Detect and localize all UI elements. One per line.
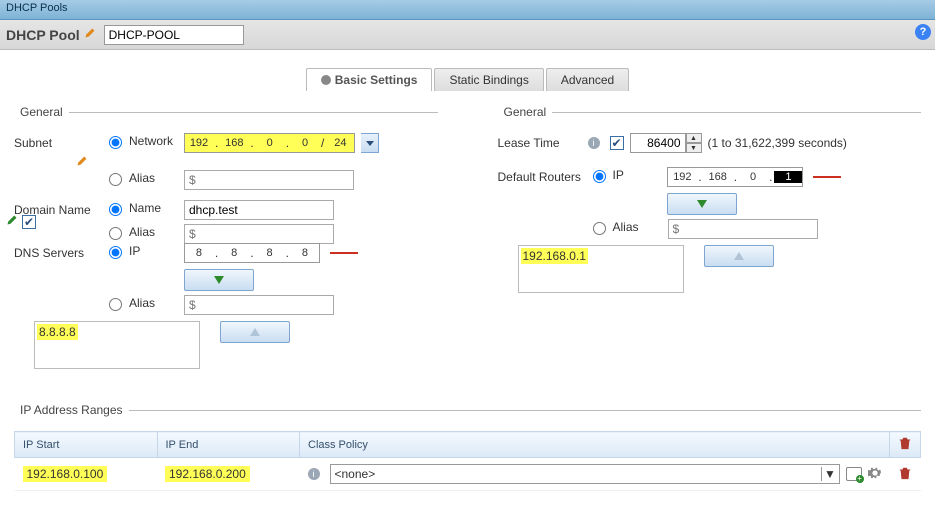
trash-icon[interactable]	[898, 441, 912, 453]
right-general-group: General Lease Time i ✔ ▲▼ (1 to 31,622,3…	[498, 105, 922, 297]
col-ip-start[interactable]: IP Start	[15, 432, 158, 458]
red-annotation-line	[813, 176, 841, 178]
dns-list-item[interactable]: 8.8.8.8	[37, 324, 78, 340]
ip-ranges-group: IP Address Ranges IP Start IP End Class …	[14, 403, 921, 509]
spinner-up[interactable]: ▲	[686, 133, 702, 143]
edit-pool-name-icon[interactable]	[84, 27, 96, 42]
tab-static-bindings[interactable]: Static Bindings	[434, 68, 543, 91]
subnet-alias-radio[interactable]	[109, 173, 122, 186]
default-routers-label: Default Routers	[498, 167, 588, 184]
arrow-up-icon	[734, 252, 744, 260]
subnet-ip-input[interactable]: 192. 168. 0. 0 / 24	[184, 133, 355, 153]
range-end-value: 192.168.0.200	[165, 466, 250, 482]
domain-alias-input[interactable]	[184, 224, 334, 244]
window-title: DHCP Pools	[0, 0, 935, 20]
router-alias-input[interactable]	[668, 219, 818, 239]
lease-time-spinner[interactable]: ▲▼	[630, 133, 702, 153]
router-add-button[interactable]	[667, 193, 737, 215]
header-bar: DHCP Pool ?	[0, 20, 935, 50]
red-annotation-line	[330, 252, 358, 254]
range-start-value: 192.168.0.100	[23, 466, 108, 482]
lease-time-input[interactable]	[630, 133, 686, 153]
subnet-alias-input[interactable]	[184, 170, 354, 190]
info-icon[interactable]: i	[308, 468, 320, 480]
info-dot-icon	[321, 75, 331, 85]
domain-alias-radio[interactable]	[109, 227, 122, 240]
subnet-network-radio[interactable]	[109, 136, 122, 149]
trash-icon[interactable]	[898, 469, 912, 483]
domain-name-radio[interactable]	[109, 203, 122, 216]
class-policy-select[interactable]: <none> ▼	[330, 464, 840, 484]
dns-list[interactable]: 8.8.8.8	[34, 321, 200, 369]
pool-name-input[interactable]	[104, 25, 244, 45]
router-list[interactable]: 192.168.0.1	[518, 245, 684, 293]
lease-time-label: Lease Time	[498, 133, 588, 150]
dns-alias-radio[interactable]	[109, 298, 122, 311]
tab-advanced[interactable]: Advanced	[546, 68, 629, 91]
gear-icon[interactable]	[868, 466, 882, 483]
page-title: DHCP Pool	[6, 27, 80, 43]
subnet-prefix-dropdown[interactable]	[361, 133, 379, 153]
group-legend: General	[14, 105, 69, 119]
table-row	[15, 491, 921, 509]
lease-enable-checkbox[interactable]: ✔	[610, 136, 624, 150]
dns-servers-label: DNS Servers	[14, 243, 104, 260]
add-class-policy-icon[interactable]: +	[846, 467, 862, 481]
left-general-group: General Subnet Network	[14, 105, 438, 373]
dns-remove-button[interactable]	[220, 321, 290, 343]
dns-ip-radio[interactable]	[109, 246, 122, 259]
router-list-item[interactable]: 192.168.0.1	[521, 248, 588, 264]
edit-domain-icon[interactable]	[6, 214, 18, 229]
tabs-row: Basic Settings Static Bindings Advanced	[0, 68, 935, 91]
chevron-down-icon: ▼	[821, 467, 839, 481]
dhcp-pool-window: DHCP Pools DHCP Pool ? Basic Settings St…	[0, 0, 935, 509]
dns-ip-input[interactable]: 8. 8. 8. 8	[184, 243, 320, 263]
dns-alias-input[interactable]	[184, 295, 334, 315]
subnet-label: Subnet	[14, 133, 104, 150]
router-ip-radio[interactable]	[593, 170, 606, 183]
tab-basic-settings[interactable]: Basic Settings	[306, 68, 433, 91]
edit-subnet-icon[interactable]	[76, 156, 88, 170]
col-class-policy[interactable]: Class Policy	[300, 432, 890, 458]
group-legend: General	[498, 105, 553, 119]
router-ip-input[interactable]: 192. 168. 0. 1	[667, 167, 803, 187]
lease-hint-text: (1 to 31,622,399 seconds)	[708, 136, 847, 150]
group-legend: IP Address Ranges	[14, 403, 129, 417]
info-icon[interactable]: i	[588, 137, 600, 149]
table-row[interactable]: 192.168.0.100 192.168.0.200 i <none> ▼	[15, 458, 921, 491]
spinner-down[interactable]: ▼	[686, 143, 702, 153]
help-icon[interactable]: ?	[915, 24, 931, 40]
arrow-down-icon	[697, 200, 707, 208]
ip-ranges-table: IP Start IP End Class Policy 192.168.0.1…	[14, 431, 921, 509]
col-ip-end[interactable]: IP End	[157, 432, 300, 458]
arrow-down-icon	[214, 276, 224, 284]
domain-name-input[interactable]	[184, 200, 334, 220]
router-remove-button[interactable]	[704, 245, 774, 267]
col-delete	[890, 432, 921, 458]
dns-add-button[interactable]	[184, 269, 254, 291]
domain-enable-checkbox[interactable]: ✔	[22, 215, 36, 229]
router-alias-radio[interactable]	[593, 222, 606, 235]
arrow-up-icon	[250, 328, 260, 336]
